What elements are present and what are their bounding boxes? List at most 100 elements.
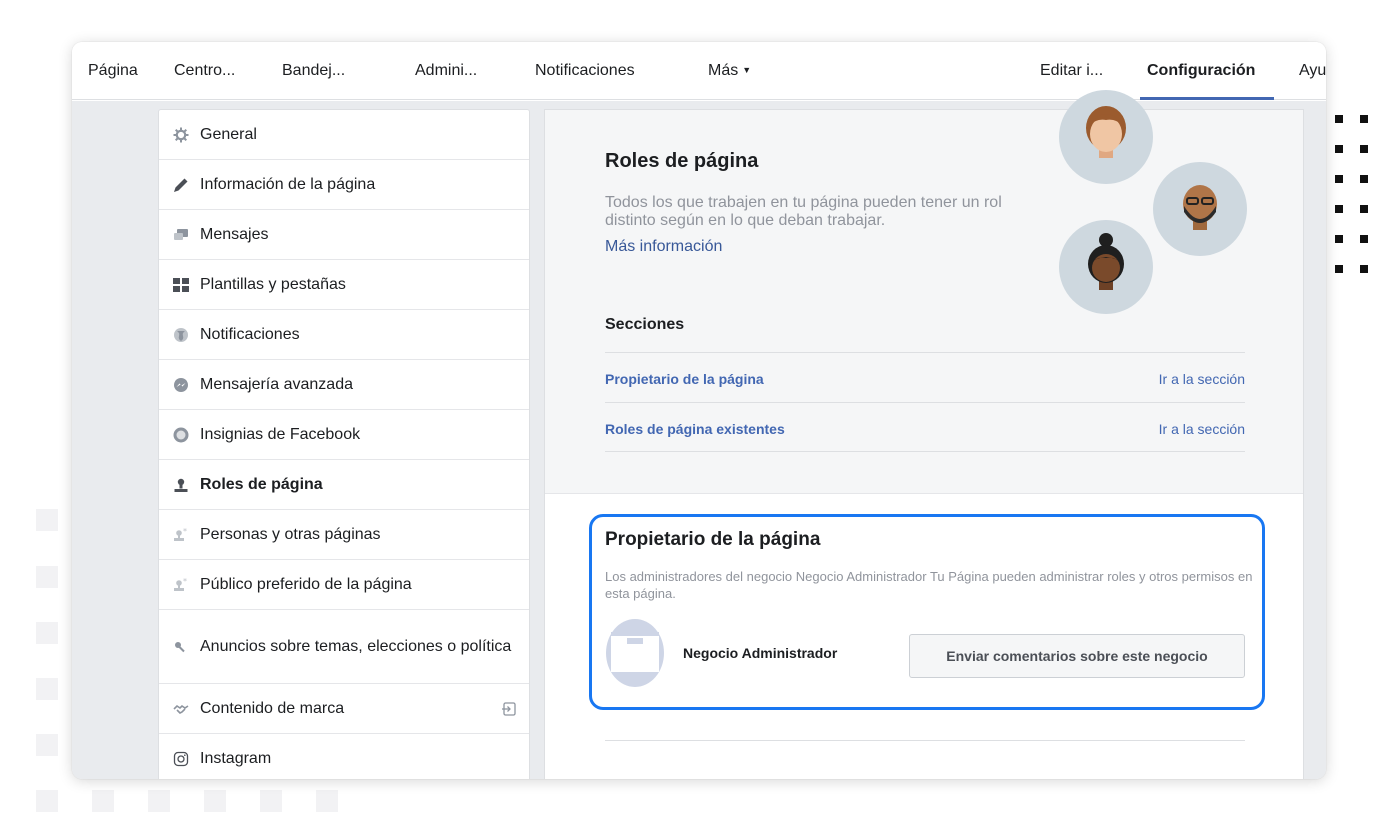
sidebar-item-label: Instagram: [200, 750, 272, 767]
decor-square: [92, 790, 114, 812]
go-to-section-link[interactable]: Ir a la sección: [1159, 371, 1245, 387]
nav-tab-mas[interactable]: Más ▼: [708, 62, 751, 80]
nav-tab-bandeja[interactable]: Bandej...: [282, 62, 345, 80]
sidebar-item-instagram[interactable]: Instagram: [159, 734, 529, 779]
decor-square: [36, 790, 58, 812]
sidebar-item-label: Anuncios sobre temas, elecciones o polít…: [200, 638, 512, 655]
sidebar-item-publico[interactable]: * Público preferido de la página: [159, 560, 529, 610]
external-link-icon: [501, 701, 517, 722]
nav-tab-administrar[interactable]: Admini...: [415, 62, 477, 80]
decor-dot: [1335, 175, 1343, 183]
decor-dot: [1360, 235, 1368, 243]
nav-tab-ayuda[interactable]: Ayu: [1299, 62, 1326, 80]
sidebar-item-roles[interactable]: Roles de página: [159, 460, 529, 510]
person-star-icon: *: [172, 526, 190, 544]
key-icon: [172, 638, 190, 656]
section-link-owner[interactable]: Propietario de la página: [605, 371, 764, 387]
avatar-illustration: [1153, 162, 1247, 256]
sidebar-item-label: Información de la página: [200, 176, 376, 193]
messenger-icon: [172, 376, 190, 394]
roles-description: Todos los que trabajen en tu página pued…: [605, 194, 1002, 229]
sidebar-item-plantillas[interactable]: Plantillas y pestañas: [159, 260, 529, 310]
avatar-illustration: [1059, 90, 1153, 184]
badge-icon: [172, 426, 190, 444]
nav-tab-notificaciones[interactable]: Notificaciones: [535, 62, 635, 80]
decor-dot: [1360, 115, 1368, 123]
decor-square: [36, 734, 58, 756]
decor-dot: [1335, 145, 1343, 153]
roles-panel: Roles de página Todos los que trabajen e…: [544, 90, 1304, 779]
sidebar-item-insignias[interactable]: Insignias de Facebook: [159, 410, 529, 460]
decor-dot: [1335, 115, 1343, 123]
owner-description: Los administradores del negocio Negocio …: [605, 569, 1253, 601]
sidebar-item-contenido-marca[interactable]: Contenido de marca: [159, 684, 529, 734]
decor-square: [204, 790, 226, 812]
sidebar-item-general[interactable]: General: [159, 110, 529, 160]
instagram-icon: [172, 750, 190, 768]
decor-square: [36, 678, 58, 700]
sidebar-item-label: Mensajería avanzada: [200, 376, 353, 393]
decor-square: [36, 622, 58, 644]
sidebar-item-notificaciones[interactable]: Notificaciones: [159, 310, 529, 360]
business-logo: [605, 618, 665, 688]
more-info-link[interactable]: Más información: [605, 238, 722, 256]
decor-dot: [1360, 175, 1368, 183]
owner-title: Propietario de la página: [605, 529, 821, 550]
sidebar-item-label: Notificaciones: [200, 326, 300, 343]
page-top-nav: Página Centro... Bandej... Admini... Not…: [72, 42, 1326, 100]
divider: [605, 740, 1245, 741]
decor-square: [36, 566, 58, 588]
section-link-existing-roles[interactable]: Roles de página existentes: [605, 421, 785, 437]
svg-text:*: *: [183, 577, 187, 586]
decor-dot: [1335, 235, 1343, 243]
settings-content: General Información de la página Mensaje…: [72, 90, 1326, 779]
section-row-owner: Propietario de la página Ir a la sección: [605, 352, 1245, 402]
chat-bubbles-icon: [172, 226, 190, 244]
sidebar-item-informacion[interactable]: Información de la página: [159, 160, 529, 210]
nav-tab-pagina[interactable]: Página: [88, 62, 138, 80]
sidebar-item-mensajes[interactable]: Mensajes: [159, 210, 529, 260]
caret-down-icon: ▼: [742, 65, 752, 75]
decor-dot: [1360, 205, 1368, 213]
page-title: Roles de página: [605, 150, 759, 172]
sidebar-item-label: Insignias de Facebook: [200, 426, 361, 443]
nav-tab-configuracion[interactable]: Configuración: [1147, 62, 1255, 80]
person-icon: [172, 476, 190, 494]
settings-sidebar: General Información de la página Mensaje…: [158, 109, 530, 779]
sidebar-item-label: Plantillas y pestañas: [200, 276, 346, 293]
screenshot-stage: Página Centro... Bandej... Admini... Not…: [0, 0, 1397, 821]
decor-dot: [1335, 205, 1343, 213]
decor-dot: [1335, 265, 1343, 273]
svg-text:*: *: [183, 527, 187, 536]
go-to-section-link[interactable]: Ir a la sección: [1159, 421, 1245, 437]
decor-square: [260, 790, 282, 812]
sidebar-item-anuncios[interactable]: Anuncios sobre temas, elecciones o polít…: [159, 610, 529, 684]
handshake-icon: [172, 700, 190, 718]
roles-header: Roles de página Todos los que trabajen e…: [545, 90, 1303, 494]
grid-icon: [172, 276, 190, 294]
decor-square: [316, 790, 338, 812]
decor-square: [148, 790, 170, 812]
send-feedback-button[interactable]: Enviar comentarios sobre este negocio: [909, 634, 1245, 678]
nav-tab-centro[interactable]: Centro...: [174, 62, 235, 80]
sidebar-item-label: Personas y otras páginas: [200, 526, 381, 543]
active-tab-indicator: [1140, 97, 1274, 100]
globe-icon: [172, 326, 190, 344]
person-star-icon: *: [172, 576, 190, 594]
decor-dot: [1360, 265, 1368, 273]
nav-tab-mas-label: Más: [708, 62, 739, 79]
browser-window: Página Centro... Bandej... Admini... Not…: [72, 42, 1326, 779]
sidebar-item-mensajeria[interactable]: Mensajería avanzada: [159, 360, 529, 410]
pencil-icon: [172, 176, 190, 194]
nav-tab-editar[interactable]: Editar i...: [1040, 62, 1103, 80]
decor-dot: [1360, 145, 1368, 153]
gear-icon: [172, 126, 190, 144]
sidebar-item-label: Mensajes: [200, 226, 269, 243]
decor-square: [36, 509, 58, 531]
avatar-illustration: [1059, 220, 1153, 314]
sidebar-item-label: Público preferido de la página: [200, 576, 412, 593]
section-row-existing-roles: Roles de página existentes Ir a la secci…: [605, 402, 1245, 452]
sidebar-item-label: Roles de página: [200, 476, 323, 493]
sidebar-item-personas[interactable]: * Personas y otras páginas: [159, 510, 529, 560]
sidebar-item-label: Contenido de marca: [200, 700, 345, 717]
